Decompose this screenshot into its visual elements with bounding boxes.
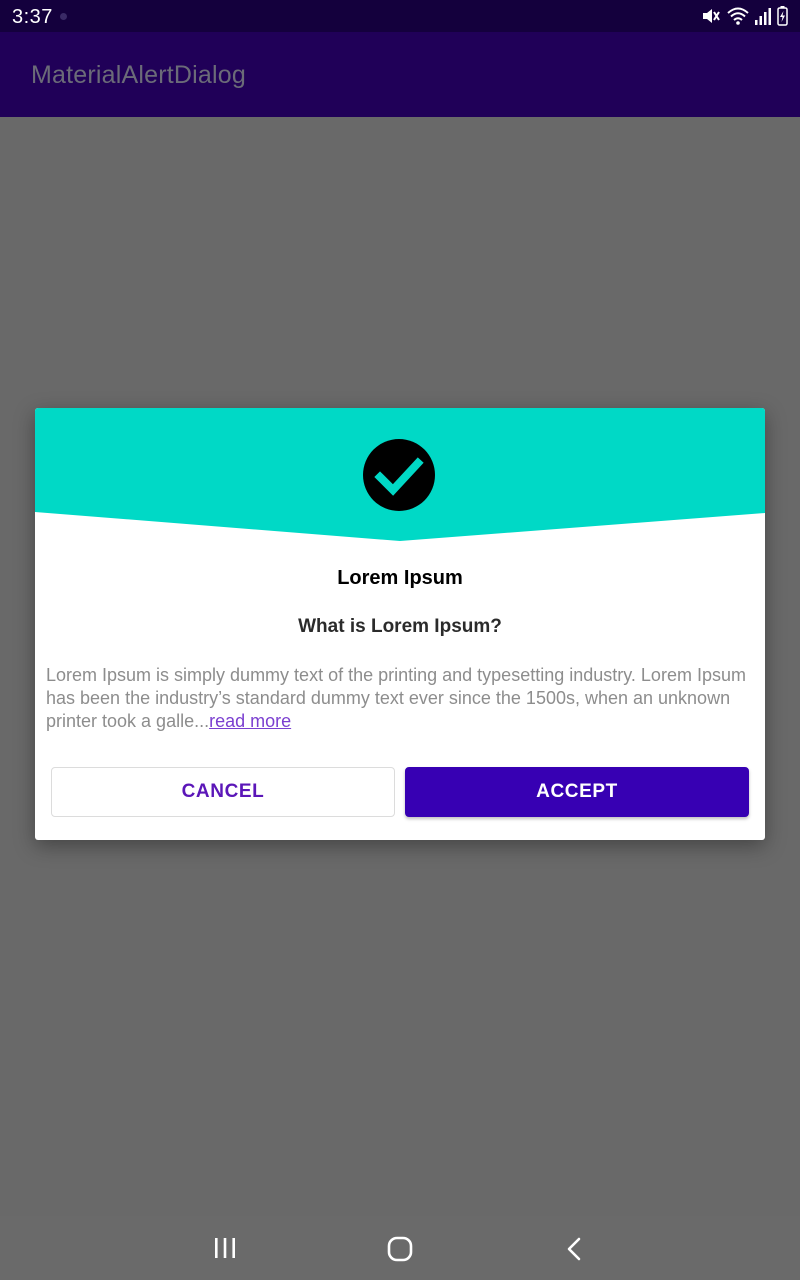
recents-icon[interactable] [213,1235,237,1261]
dialog-header [35,408,765,541]
app-bar: MaterialAlertDialog [0,32,800,117]
dialog-body-text: Lorem Ipsum is simply dummy text of the … [46,665,746,731]
accept-button[interactable]: ACCEPT [405,767,749,817]
read-more-link[interactable]: read more [209,711,291,731]
app-title: MaterialAlertDialog [31,61,246,89]
alert-dialog: Lorem Ipsum What is Lorem Ipsum? Lorem I… [35,408,765,840]
status-icons [701,5,788,27]
home-icon[interactable] [386,1235,414,1263]
mute-icon [701,6,721,26]
status-bar: 3:37 [0,0,800,32]
dialog-title: Lorem Ipsum [337,567,463,589]
cancel-button[interactable]: CANCEL [51,767,395,817]
signal-icon [755,7,771,25]
check-circle-icon [363,439,435,511]
notification-dot-icon [60,13,67,20]
dialog-subtitle: What is Lorem Ipsum? [298,616,502,637]
wifi-icon [727,6,749,26]
back-icon[interactable] [563,1236,587,1262]
dialog-body: Lorem Ipsum is simply dummy text of the … [46,664,754,733]
navigation-bar [0,1216,800,1280]
battery-charging-icon [777,6,788,26]
status-time: 3:37 [12,6,53,28]
